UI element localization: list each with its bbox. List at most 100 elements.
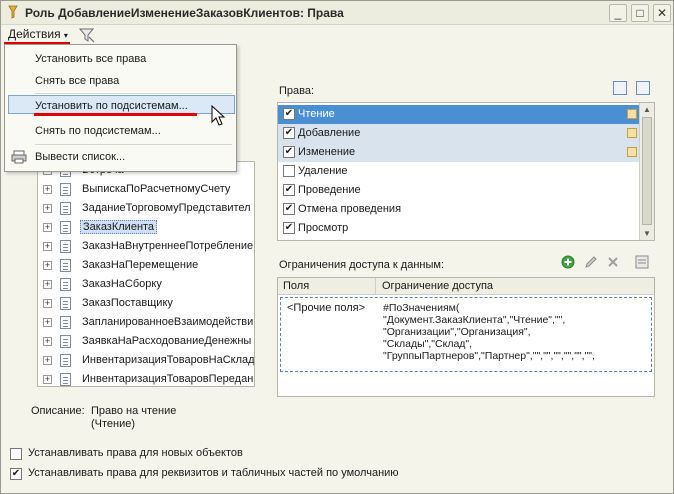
description-line-2: (Чтение) xyxy=(91,418,136,430)
menu-item-set-by-subsystems[interactable]: Установить по подсистемам... xyxy=(35,100,188,112)
new-objects-checkbox[interactable] xyxy=(10,448,22,460)
document-icon xyxy=(60,183,71,196)
tree-item[interactable]: + ВыпискаПоРасчетномуСчету xyxy=(38,181,254,200)
tree-item[interactable]: + ЗаявкаНаРасходованиеДенежны xyxy=(38,333,254,352)
expand-icon[interactable]: + xyxy=(43,299,52,308)
tree-item-label: ИнвентаризацияТоваровПередан xyxy=(82,373,254,385)
tree-item[interactable]: + ЗаказНаВнутреннееПотребление xyxy=(38,238,254,257)
annotation-underline-menu-item xyxy=(34,113,197,116)
right-checkbox[interactable] xyxy=(283,165,295,177)
document-icon xyxy=(60,297,71,310)
limits-table[interactable]: Поля Ограничение доступа <Прочие поля> #… xyxy=(277,277,655,397)
document-icon xyxy=(60,354,71,367)
expand-icon[interactable]: + xyxy=(43,337,52,346)
right-checkbox[interactable]: ✔ xyxy=(283,108,295,120)
limit-field: <Прочие поля> xyxy=(287,302,366,314)
chevron-down-icon: ▾ xyxy=(63,31,68,40)
right-item[interactable]: ✔ Изменение xyxy=(278,143,640,162)
document-icon xyxy=(60,240,71,253)
expand-icon[interactable]: + xyxy=(43,223,52,232)
objects-tree[interactable]: +Встреча+ВыпискаПоРасчетномуСчету+Задани… xyxy=(37,161,255,387)
document-icon xyxy=(60,373,71,386)
expand-icon[interactable]: + xyxy=(43,318,52,327)
limits-table-header: Поля Ограничение доступа xyxy=(278,278,654,295)
filter-icon[interactable] xyxy=(79,27,95,43)
document-icon xyxy=(60,335,71,348)
tree-item-label: ВыпискаПоРасчетномуСчету xyxy=(82,183,231,195)
column-header-restriction[interactable]: Ограничение доступа xyxy=(382,280,493,292)
expand-icon[interactable]: + xyxy=(43,185,52,194)
rights-window: Роль ДобавлениеИзменениеЗаказовКлиентов:… xyxy=(0,0,674,494)
menu-item-clear-all[interactable]: Снять все права xyxy=(35,75,119,87)
tree-item-label: ЗаказНаСборку xyxy=(82,278,162,290)
limit-restriction: #ПоЗначениям( "Документ.ЗаказКлиента","Ч… xyxy=(383,302,595,362)
restriction-icon[interactable] xyxy=(627,147,637,157)
tree-item[interactable]: + ЗаказПоставщику xyxy=(38,295,254,314)
right-item[interactable]: Удаление xyxy=(278,162,640,181)
right-checkbox[interactable]: ✔ xyxy=(283,127,295,139)
right-checkbox[interactable]: ✔ xyxy=(283,222,295,234)
actions-dropdown-menu: Установить все права Снять все права Уст… xyxy=(4,44,237,172)
maximize-button[interactable]: □ xyxy=(631,4,649,22)
scroll-up-icon[interactable]: ▲ xyxy=(643,105,651,114)
expand-icon[interactable]: + xyxy=(43,242,52,251)
description-label: Описание: xyxy=(31,405,85,417)
rights-scrollbar[interactable]: ▲ ▼ xyxy=(639,103,654,240)
scroll-thumb[interactable] xyxy=(642,117,652,225)
uncheck-all-icon[interactable] xyxy=(636,81,650,95)
description-value: Право на чтение (Чтение) xyxy=(91,405,176,431)
tree-item-label: ИнвентаризацияТоваровНаСклад xyxy=(82,354,255,366)
menu-item-print-list[interactable]: Вывести список... xyxy=(35,151,125,163)
right-label: Проведение xyxy=(298,184,361,196)
expand-icon[interactable]: + xyxy=(43,375,52,384)
tree-item[interactable]: + ЗаказКлиента xyxy=(38,219,254,238)
edit-icon[interactable] xyxy=(584,255,598,269)
scroll-down-icon[interactable]: ▼ xyxy=(643,229,651,238)
tree-item-label: ЗаявкаНаРасходованиеДенежны xyxy=(82,335,252,347)
right-label: Изменение xyxy=(298,146,356,158)
right-item[interactable]: ✔ Отмена проведения xyxy=(278,200,640,219)
toolbar: Действия ▾ xyxy=(1,25,673,45)
right-checkbox[interactable]: ✔ xyxy=(283,203,295,215)
restriction-icon[interactable] xyxy=(627,109,637,119)
tree-item[interactable]: + ЗаданиеТорговомуПредставител xyxy=(38,200,254,219)
column-header-field[interactable]: Поля xyxy=(283,280,309,292)
minimize-button[interactable]: _ xyxy=(609,4,627,22)
list-settings-icon[interactable] xyxy=(635,255,649,269)
column-divider xyxy=(375,278,376,295)
right-item[interactable]: ✔ Добавление xyxy=(278,124,640,143)
right-label: Отмена проведения xyxy=(298,203,402,215)
attributes-checkbox[interactable]: ✔ xyxy=(10,468,22,480)
document-icon xyxy=(60,278,71,291)
check-all-icon[interactable] xyxy=(613,81,627,95)
role-icon xyxy=(8,5,18,19)
tree-item[interactable]: + ЗаказНаСборку xyxy=(38,276,254,295)
add-icon[interactable] xyxy=(561,255,575,269)
table-row[interactable]: <Прочие поля> #ПоЗначениям( "Документ.За… xyxy=(280,297,652,372)
menu-separator xyxy=(35,93,232,94)
right-checkbox[interactable]: ✔ xyxy=(283,184,295,196)
mouse-cursor-icon xyxy=(211,105,226,126)
rights-list[interactable]: ✔ Просмотр ✔ Отмена проведения ✔ Проведение Уд… xyxy=(277,102,655,241)
menu-item-set-all[interactable]: Установить все права xyxy=(35,53,146,65)
tree-item[interactable]: + ЗапланированноеВзаимодействи xyxy=(38,314,254,333)
new-objects-label: Устанавливать права для новых объектов xyxy=(28,447,243,459)
right-label: Просмотр xyxy=(298,222,349,234)
restriction-icon[interactable] xyxy=(627,128,637,138)
menu-item-clear-by-subsystems[interactable]: Снять по подсистемам... xyxy=(35,125,161,137)
right-item[interactable]: ✔ Чтение xyxy=(278,105,640,124)
expand-icon[interactable]: + xyxy=(43,356,52,365)
right-item[interactable]: ✔ Просмотр xyxy=(278,219,640,238)
right-label: Удаление xyxy=(298,165,348,177)
tree-item[interactable]: + ЗаказНаПеремещение xyxy=(38,257,254,276)
document-icon xyxy=(60,316,71,329)
tree-item[interactable]: + ИнвентаризацияТоваровНаСклад xyxy=(38,352,254,371)
expand-icon[interactable]: + xyxy=(43,204,52,213)
tree-item[interactable]: + ИнвентаризацияТоваровПередан xyxy=(38,371,254,386)
right-item[interactable]: ✔ Проведение xyxy=(278,181,640,200)
right-checkbox[interactable]: ✔ xyxy=(283,146,295,158)
expand-icon[interactable]: + xyxy=(43,261,52,270)
delete-icon[interactable] xyxy=(606,255,620,269)
expand-icon[interactable]: + xyxy=(43,280,52,289)
close-button[interactable]: ✕ xyxy=(653,4,671,22)
